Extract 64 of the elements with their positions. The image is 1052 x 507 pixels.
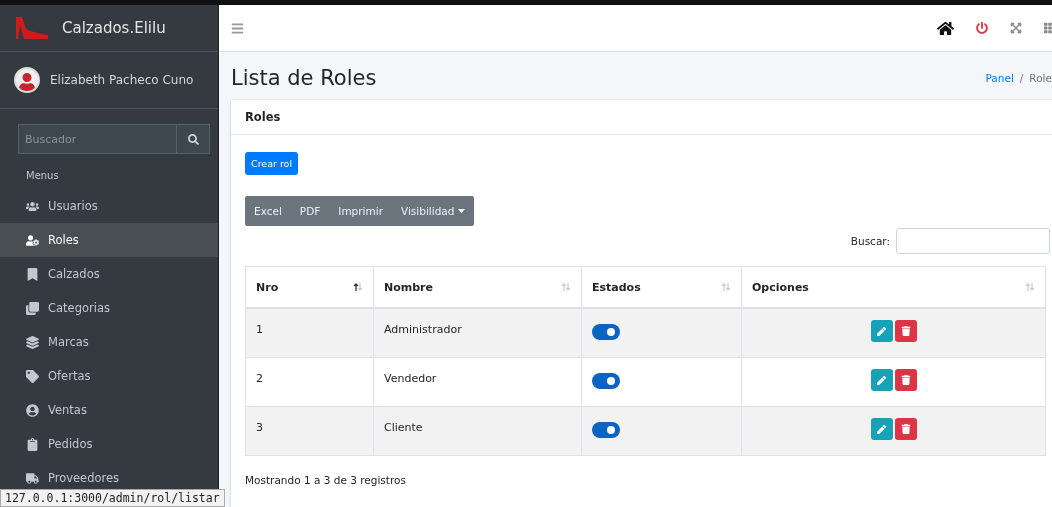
status-toggle[interactable] bbox=[592, 422, 620, 438]
pencil-icon bbox=[877, 326, 886, 336]
stacked-cards-icon bbox=[26, 301, 39, 315]
sidebar-item[interactable]: Ofertas bbox=[0, 359, 218, 393]
delete-button[interactable] bbox=[894, 320, 917, 342]
truck-icon bbox=[26, 471, 39, 485]
power-icon[interactable] bbox=[976, 22, 988, 34]
fullscreen-icon[interactable] bbox=[1010, 22, 1022, 34]
menu-icon[interactable] bbox=[231, 21, 244, 35]
table-cell: 2 bbox=[245, 357, 374, 407]
url-tooltip: 127.0.0.1:3000/admin/rol/listar bbox=[0, 489, 225, 507]
brand-name: Calzados.Elilu bbox=[62, 19, 166, 37]
search-label: Buscar: bbox=[850, 235, 890, 247]
table-cell: Cliente bbox=[373, 406, 582, 456]
layers-icon bbox=[26, 335, 39, 349]
tag-icon bbox=[26, 369, 39, 383]
sort-arrows-icon bbox=[561, 282, 571, 292]
page-title: Lista de Roles bbox=[231, 66, 377, 90]
sidebar-item[interactable]: Categorias bbox=[0, 291, 218, 325]
trash-icon bbox=[900, 326, 911, 336]
search-icon bbox=[187, 133, 199, 145]
users-icon bbox=[26, 199, 39, 213]
sidebar-item[interactable]: Pedidos bbox=[0, 427, 218, 461]
delete-button[interactable] bbox=[894, 418, 917, 440]
breadcrumb-link[interactable]: Panel bbox=[985, 72, 1014, 84]
card-title: Roles bbox=[231, 100, 1052, 135]
sidebar-item[interactable]: Usuarios bbox=[0, 189, 218, 223]
status-toggle[interactable] bbox=[592, 373, 620, 389]
bookmark-icon bbox=[26, 267, 39, 281]
sidebar-item[interactable]: Roles bbox=[0, 223, 218, 257]
sidebar-search-field[interactable]: Buscador bbox=[18, 124, 176, 154]
sidebar-item[interactable]: Calzados bbox=[0, 257, 218, 291]
menu-header: Menus bbox=[25, 169, 60, 183]
table-info: Mostrando 1 a 3 de 3 registros bbox=[245, 474, 407, 486]
pencil-icon bbox=[877, 424, 886, 434]
trash-icon bbox=[900, 375, 911, 385]
search-button[interactable] bbox=[176, 124, 210, 154]
table-cell: Vendedor bbox=[373, 357, 582, 407]
sort-arrows-icon bbox=[353, 282, 363, 292]
user-name[interactable]: Elizabeth Pacheco Cuno bbox=[50, 73, 194, 87]
clipboard-icon bbox=[26, 437, 39, 451]
breadcrumb-current: Role bbox=[1029, 72, 1052, 84]
edit-button[interactable] bbox=[870, 418, 893, 440]
caret-icon bbox=[458, 209, 466, 213]
search-field[interactable] bbox=[896, 228, 1050, 254]
sidebar-item[interactable]: Marcas bbox=[0, 325, 218, 359]
table-cell: Administrador bbox=[373, 308, 582, 358]
sidebar-item[interactable]: Ventas bbox=[0, 393, 218, 427]
delete-button[interactable] bbox=[894, 369, 917, 391]
home-icon[interactable] bbox=[937, 19, 954, 37]
user-avatar-icon bbox=[14, 67, 40, 93]
pencil-icon bbox=[877, 375, 886, 385]
edit-button[interactable] bbox=[870, 320, 893, 342]
shoe-logo-icon bbox=[14, 15, 50, 41]
trash-icon bbox=[900, 424, 911, 434]
table-cell: 3 bbox=[245, 406, 374, 456]
edit-button[interactable] bbox=[870, 369, 893, 391]
sort-arrows-icon bbox=[1025, 282, 1035, 292]
breadcrumb-separator: / bbox=[1019, 72, 1024, 84]
table-cell: 1 bbox=[245, 308, 374, 358]
sort-arrows-icon bbox=[721, 282, 731, 292]
user-gear-icon bbox=[26, 233, 39, 247]
status-toggle[interactable] bbox=[592, 324, 620, 340]
create-button[interactable]: Crear rol bbox=[245, 152, 299, 175]
